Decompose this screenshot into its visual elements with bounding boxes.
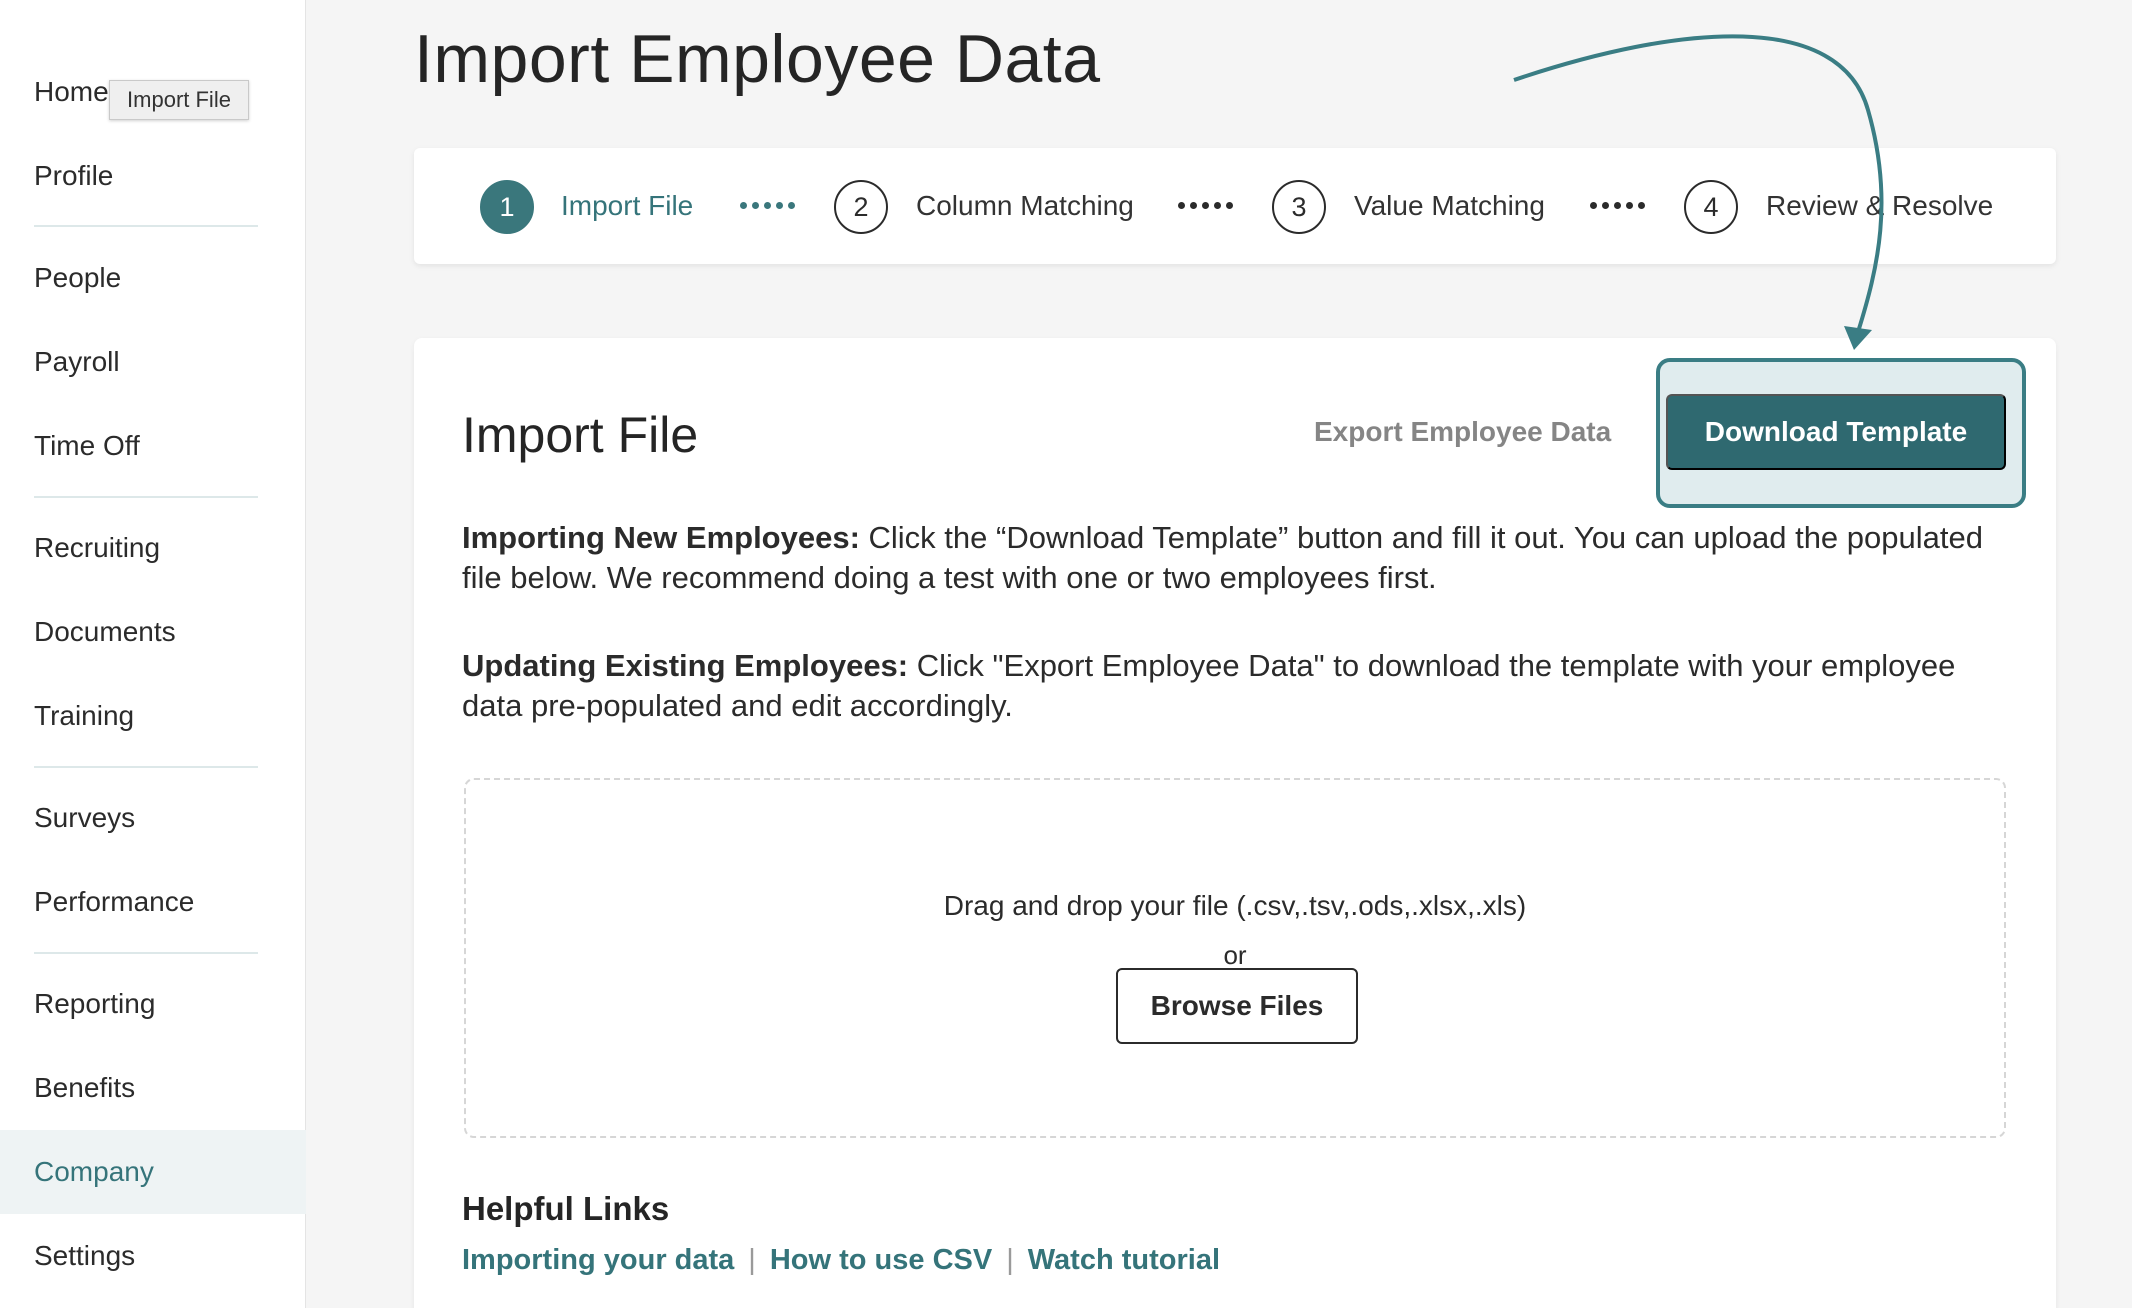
- sidebar-item-reporting[interactable]: Reporting: [0, 962, 306, 1046]
- importing-your-data-link[interactable]: Importing your data: [462, 1244, 734, 1277]
- link-separator: |: [748, 1244, 756, 1276]
- step-3-circle: 3: [1272, 180, 1326, 234]
- new-employees-paragraph: Importing New Employees: Click the “Down…: [462, 518, 2022, 598]
- sidebar-item-label: Payroll: [34, 346, 120, 377]
- download-template-button[interactable]: Download Template: [1666, 394, 2006, 470]
- export-employee-data-link[interactable]: Export Employee Data: [1314, 416, 1611, 448]
- step-2-label: Column Matching: [916, 190, 1134, 221]
- step-2-circle: 2: [834, 180, 888, 234]
- card-title: Import File: [462, 407, 699, 463]
- sidebar-item-time-off[interactable]: Time Off: [0, 404, 306, 488]
- page-title: Import Employee Data: [414, 21, 1101, 97]
- sidebar-item-recruiting[interactable]: Recruiting: [0, 506, 306, 590]
- sidebar-item-label: Home: [34, 76, 109, 107]
- sidebar-item-performance[interactable]: Performance: [0, 860, 306, 944]
- browse-files-button[interactable]: Browse Files: [1116, 968, 1358, 1044]
- sidebar-item-label: Performance: [34, 886, 195, 917]
- dropzone-instructions: Drag and drop your file (.csv,.tsv,.ods,…: [943, 890, 1527, 921]
- sidebar-item-label: Surveys: [34, 802, 136, 833]
- step-1-circle: 1: [480, 180, 534, 234]
- step-connector-dots: [740, 202, 795, 209]
- step-connector-dots: [1178, 202, 1233, 209]
- sidebar-item-label: Settings: [34, 1240, 136, 1271]
- step-connector-dots: [1590, 202, 1645, 209]
- helpful-links-title: Helpful Links: [462, 1190, 670, 1227]
- sidebar-item-profile[interactable]: Profile: [0, 134, 306, 218]
- sidebar-item-benefits[interactable]: Benefits: [0, 1046, 306, 1130]
- sidebar-item-label: Profile: [34, 160, 114, 191]
- step-3-label: Value Matching: [1354, 190, 1545, 221]
- new-employees-heading: Importing New Employees:: [462, 520, 860, 555]
- sidebar-divider: [34, 225, 258, 227]
- sidebar-item-people[interactable]: People: [0, 236, 306, 320]
- sidebar-item-label: Company: [34, 1156, 154, 1187]
- link-separator: |: [1006, 1244, 1014, 1276]
- sidebar-divider: [34, 952, 258, 954]
- sidebar-item-label: Reporting: [34, 988, 156, 1019]
- sidebar-item-documents[interactable]: Documents: [0, 590, 306, 674]
- sidebar-item-settings[interactable]: Settings: [0, 1214, 306, 1298]
- sidebar-item-label: Training: [34, 700, 135, 731]
- existing-employees-heading: Updating Existing Employees:: [462, 648, 909, 683]
- sidebar-divider: [34, 766, 258, 768]
- helpful-links: Importing your data | How to use CSV | W…: [462, 1244, 1220, 1277]
- step-4-circle: 4: [1684, 180, 1738, 234]
- sidebar-item-label: People: [34, 262, 122, 293]
- sidebar-item-company[interactable]: Company: [0, 1130, 306, 1214]
- sidebar-item-surveys[interactable]: Surveys: [0, 776, 306, 860]
- watch-tutorial-link[interactable]: Watch tutorial: [1028, 1244, 1220, 1277]
- import-stepper: 1 Import File 2 Column Matching 3 Value …: [414, 148, 2056, 264]
- step-4-label: Review & Resolve: [1766, 190, 1994, 221]
- file-dropzone[interactable]: Drag and drop your file (.csv,.tsv,.ods,…: [464, 778, 2006, 1138]
- sidebar-item-label: Recruiting: [34, 532, 161, 563]
- sidebar-item-label: Time Off: [34, 430, 140, 461]
- sidebar-divider: [34, 496, 258, 498]
- sidebar-item-label: Benefits: [34, 1072, 136, 1103]
- import-file-card: Import File Export Employee Data Downloa…: [414, 338, 2056, 1308]
- sidebar-item-payroll[interactable]: Payroll: [0, 320, 306, 404]
- existing-employees-paragraph: Updating Existing Employees: Click "Expo…: [462, 646, 2022, 726]
- dropzone-or: or: [1223, 940, 1247, 970]
- sidebar: Home Import File Profile People Payroll …: [0, 0, 306, 1308]
- tooltip: Import File: [109, 80, 249, 120]
- step-1-label: Import File: [561, 190, 694, 221]
- sidebar-item-label: Documents: [34, 616, 176, 647]
- sidebar-item-training[interactable]: Training: [0, 674, 306, 758]
- how-to-use-csv-link[interactable]: How to use CSV: [770, 1244, 992, 1277]
